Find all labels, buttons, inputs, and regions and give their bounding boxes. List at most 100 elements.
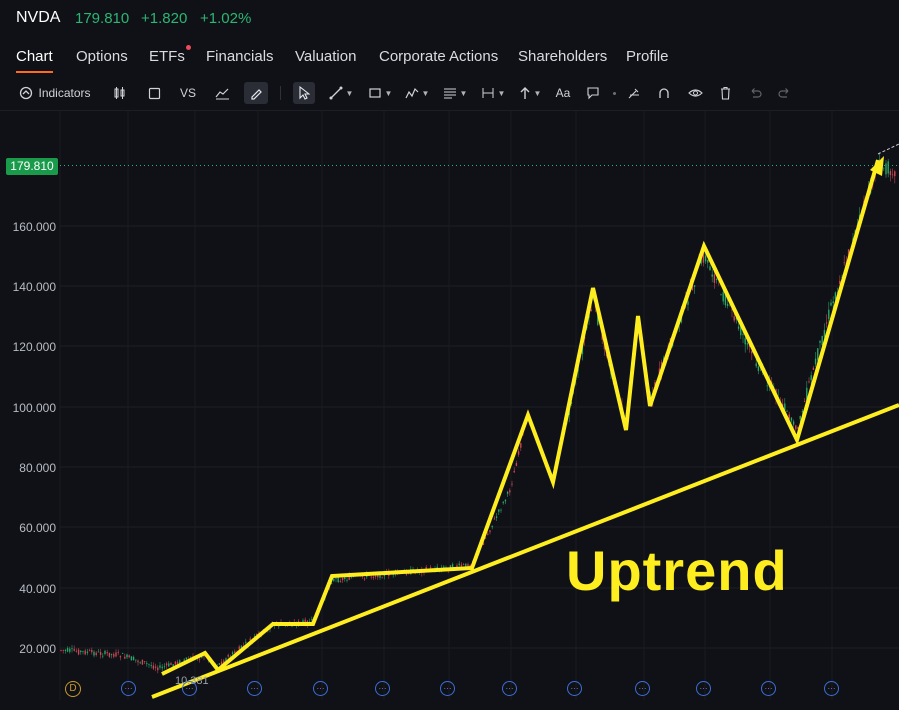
candle-body — [823, 330, 826, 337]
candle-body — [726, 303, 729, 306]
candle-body — [502, 501, 504, 504]
layout-button[interactable] — [145, 82, 163, 104]
candle-body — [894, 171, 896, 177]
tab-label: ETFs — [149, 48, 185, 65]
redo-button[interactable] — [776, 82, 794, 104]
event-marker[interactable]: ··· — [182, 681, 197, 696]
compare-label: VS — [179, 86, 196, 100]
tab-shareholders[interactable]: Shareholders — [518, 48, 607, 65]
candle-body — [830, 302, 832, 306]
candle-body — [121, 653, 124, 654]
candle-body — [720, 294, 722, 296]
y-axis-tick: 20.000 — [19, 642, 56, 656]
measure-tool-button[interactable]: ▼ — [479, 82, 507, 104]
notification-dot — [185, 45, 191, 50]
candle-body — [737, 326, 740, 329]
pointer-tool-button[interactable] — [293, 82, 315, 104]
candle-body — [350, 577, 353, 579]
candle-body — [757, 366, 760, 372]
candle-body — [810, 375, 812, 381]
tab-label: Corporate Actions — [379, 48, 499, 65]
candle-body — [335, 578, 337, 579]
candle-body — [91, 649, 93, 653]
chart-grid — [59, 110, 899, 700]
candle-body — [152, 665, 155, 669]
candle-body — [817, 348, 819, 361]
text-tool-button[interactable]: Aa — [553, 82, 573, 104]
candle-body — [517, 451, 520, 455]
undo-button[interactable] — [746, 82, 764, 104]
tab-etfs[interactable]: ETFs — [149, 45, 191, 65]
event-marker[interactable]: ··· — [761, 681, 776, 696]
delete-drawings-button[interactable] — [716, 82, 734, 104]
candle-body — [174, 661, 177, 665]
event-marker[interactable]: ··· — [567, 681, 582, 696]
arrow-tool-button[interactable]: ▼ — [516, 82, 544, 104]
candle-body — [95, 652, 97, 656]
indicators-label: Indicators — [38, 86, 91, 100]
event-marker[interactable]: ··· — [635, 681, 650, 696]
magnet-style-button[interactable] — [625, 82, 643, 104]
candle-body — [766, 385, 768, 387]
indicators-button[interactable]: Indicators — [15, 82, 95, 104]
event-marker[interactable]: ··· — [440, 681, 455, 696]
candle-body — [339, 581, 342, 583]
shape-tool-button[interactable]: ▼ — [366, 82, 394, 104]
event-marker[interactable]: ··· — [375, 681, 390, 696]
toolbar-divider — [280, 86, 281, 100]
candle-body — [102, 655, 104, 657]
candlestick-type-button[interactable] — [111, 82, 129, 104]
price-chart[interactable] — [0, 110, 899, 710]
magnet-button[interactable] — [655, 82, 673, 104]
candle-body — [344, 577, 346, 579]
tab-corporate-actions[interactable]: Corporate Actions — [379, 48, 498, 65]
dividend-marker[interactable]: D — [65, 681, 81, 697]
candle-body — [799, 416, 801, 420]
candle-body — [66, 648, 69, 652]
pattern-tool-button[interactable]: ▼ — [403, 82, 431, 104]
chart-style-button[interactable] — [212, 82, 232, 104]
compare-button[interactable]: VS — [177, 82, 199, 104]
candle-body — [493, 518, 496, 520]
candle-body — [227, 654, 229, 657]
candle-body — [154, 666, 157, 668]
comment-tool-button[interactable] — [584, 82, 602, 104]
candle-body — [333, 578, 335, 581]
event-marker[interactable]: ··· — [247, 681, 262, 696]
pattern-icon — [404, 87, 418, 99]
tab-options[interactable]: Options — [76, 48, 128, 65]
candle-body — [143, 661, 146, 662]
candle-body — [137, 660, 139, 663]
candle-body — [170, 663, 172, 665]
candle-body — [106, 652, 108, 654]
tab-financials[interactable]: Financials — [206, 48, 274, 65]
tab-label: Financials — [206, 48, 274, 65]
candle-body — [88, 650, 91, 652]
candle-body — [372, 576, 375, 578]
candle-body — [132, 656, 135, 661]
candle-body — [487, 533, 489, 535]
candle-body — [713, 274, 716, 283]
candle-body — [157, 667, 159, 671]
candle-body — [803, 401, 806, 403]
uptrend-annotation: Uptrend — [566, 539, 788, 602]
candle-body — [792, 421, 795, 425]
visibility-button[interactable] — [686, 82, 704, 104]
line-tool-button[interactable]: ▼ — [327, 82, 355, 104]
candle-body — [218, 663, 221, 665]
candle-body — [458, 563, 460, 566]
drawing-mode-button[interactable] — [244, 82, 268, 104]
event-marker[interactable]: ··· — [824, 681, 839, 696]
tab-profile[interactable]: Profile — [626, 48, 669, 65]
tab-chart[interactable]: Chart — [16, 48, 53, 73]
candle-body — [715, 278, 718, 280]
candle-body — [363, 578, 366, 580]
event-marker[interactable]: ··· — [696, 681, 711, 696]
fibonacci-tool-button[interactable]: ▼ — [441, 82, 469, 104]
candle-body — [148, 663, 150, 665]
event-marker[interactable]: ··· — [313, 681, 328, 696]
event-marker[interactable]: ··· — [502, 681, 517, 696]
candle-body — [786, 410, 788, 412]
tab-valuation[interactable]: Valuation — [295, 48, 356, 65]
event-marker[interactable]: ··· — [121, 681, 136, 696]
